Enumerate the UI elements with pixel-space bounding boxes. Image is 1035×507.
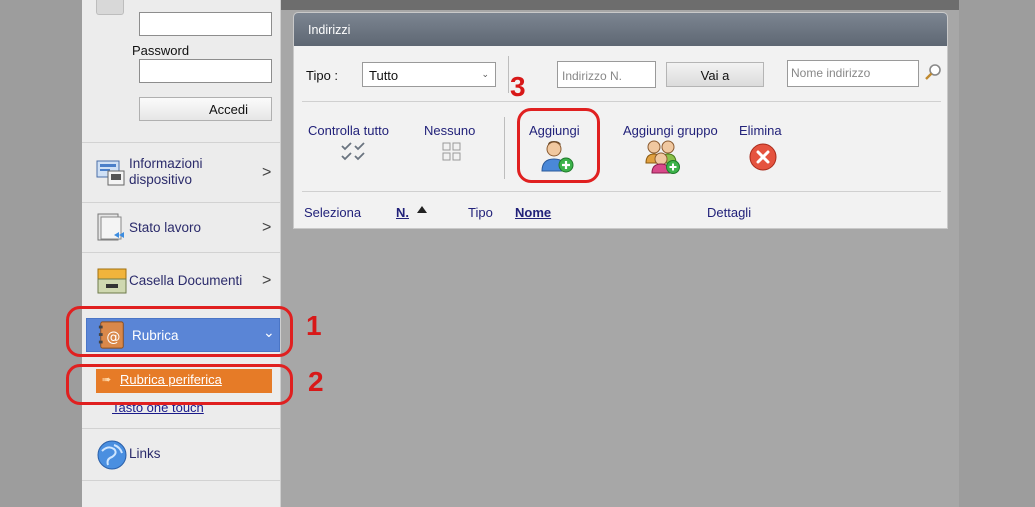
sidebar-item-links[interactable]: Links bbox=[82, 428, 280, 480]
add-group-label[interactable]: Aggiungi gruppo bbox=[623, 123, 718, 138]
column-select: Seleziona bbox=[304, 205, 362, 220]
panel-title: Indirizzi bbox=[308, 23, 351, 37]
password-label: Password bbox=[132, 43, 190, 58]
chevron-right-icon: > bbox=[262, 219, 272, 236]
document-box-icon bbox=[97, 268, 127, 294]
background-left bbox=[0, 0, 82, 507]
chevron-right-icon: > bbox=[262, 272, 272, 289]
column-number[interactable]: N. bbox=[396, 205, 409, 220]
divider bbox=[508, 56, 509, 93]
check-all-label[interactable]: Controlla tutto bbox=[308, 123, 389, 138]
username-field[interactable] bbox=[139, 12, 272, 36]
device-info-icon bbox=[96, 160, 125, 186]
callout-number-2: 2 bbox=[308, 366, 324, 397]
password-field[interactable] bbox=[139, 59, 272, 83]
callout-number-3: 3 bbox=[510, 71, 526, 102]
type-select-value: Tutto bbox=[369, 68, 399, 83]
sidebar: Password Accedi Informazioni dispositivo… bbox=[82, 0, 281, 507]
addresses-panel: Indirizzi Tipo : Tutto ⌄ Indirizzo N. Va… bbox=[293, 12, 948, 229]
sidebar-item-label: Casella Documenti bbox=[129, 273, 243, 288]
address-name-input[interactable]: Nome indirizzo bbox=[787, 60, 919, 87]
column-number-label: N. bbox=[396, 205, 409, 220]
divider bbox=[302, 101, 941, 102]
add-group-icon[interactable] bbox=[644, 139, 682, 175]
goto-button[interactable]: Vai a bbox=[666, 62, 764, 87]
callout-ring-3 bbox=[517, 108, 600, 183]
sidebar-item-document-box[interactable]: Casella Documenti > bbox=[82, 252, 280, 308]
sidebar-item-device-info[interactable]: Informazioni dispositivo > bbox=[82, 142, 280, 202]
search-icon[interactable] bbox=[924, 63, 942, 81]
uncheck-all-icon[interactable] bbox=[442, 142, 462, 162]
divider bbox=[504, 117, 505, 179]
address-number-input[interactable]: Indirizzo N. bbox=[557, 61, 656, 88]
divider bbox=[302, 191, 941, 192]
type-label: Tipo : bbox=[306, 68, 339, 83]
background-right bbox=[959, 0, 1035, 507]
panel-header: Indirizzi bbox=[294, 13, 947, 46]
callout-ring-1 bbox=[66, 306, 293, 357]
user-icon bbox=[96, 0, 124, 15]
sidebar-divider bbox=[82, 480, 280, 507]
delete-label[interactable]: Elimina bbox=[739, 123, 782, 138]
chevron-right-icon: > bbox=[262, 164, 272, 181]
top-bar bbox=[280, 0, 959, 10]
type-select[interactable]: Tutto ⌄ bbox=[362, 62, 496, 87]
login-button[interactable]: Accedi bbox=[139, 97, 272, 121]
column-name[interactable]: Nome bbox=[515, 205, 551, 220]
chevron-down-icon: ⌄ bbox=[481, 69, 489, 79]
delete-icon[interactable] bbox=[748, 142, 778, 172]
callout-number-1: 1 bbox=[306, 310, 322, 341]
column-type: Tipo bbox=[468, 205, 493, 220]
sort-ascending-icon bbox=[417, 206, 427, 213]
sidebar-item-label: Stato lavoro bbox=[129, 220, 202, 235]
globe-icon bbox=[97, 440, 127, 470]
check-all-icon[interactable] bbox=[340, 142, 368, 162]
sidebar-item-label: Links bbox=[129, 446, 161, 461]
column-details: Dettagli bbox=[707, 205, 752, 220]
sidebar-item-job-status[interactable]: Stato lavoro > bbox=[82, 202, 280, 252]
job-status-icon bbox=[97, 213, 124, 241]
sidebar-item-label: Informazioni dispositivo bbox=[129, 156, 203, 187]
callout-ring-2 bbox=[66, 364, 293, 405]
none-label[interactable]: Nessuno bbox=[424, 123, 475, 138]
